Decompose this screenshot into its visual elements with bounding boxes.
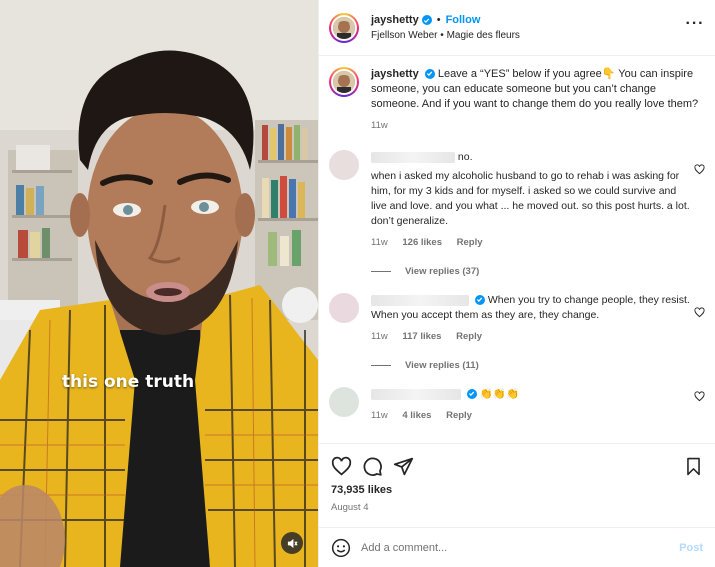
bookmark-icon[interactable] [684,457,703,476]
post-button[interactable]: Post [679,542,703,554]
username[interactable]: jayshetty [371,14,419,26]
comment-item: When you try to change people, they resi… [329,293,705,344]
video-caption: this one truth [61,372,195,392]
verified-badge-icon [421,15,432,25]
redacted-username [371,294,469,306]
avatar[interactable] [329,67,359,97]
reply-button[interactable]: Reply [457,237,483,248]
comment-text: no. [455,151,473,163]
verified-badge-icon [474,294,485,305]
post-date[interactable]: August 4 [331,502,703,513]
post-header: jayshetty • Follow Fjellson Weber • Magi… [319,0,715,56]
send-icon[interactable] [393,456,414,477]
comment-input[interactable] [361,541,680,554]
comments-list[interactable]: jayshetty Leave a “YES” below if you agr… [319,57,715,442]
post-actions: 73,935 likes August 4 [319,443,715,513]
verified-badge-icon [424,68,435,79]
comment-age[interactable]: 11w [371,331,388,342]
comment-item: no. when i asked my alcoholic husband to… [329,150,705,250]
emoji-icon[interactable] [331,538,351,558]
redacted-username [371,151,455,163]
follow-button[interactable]: Follow [446,14,481,26]
audio-track-link[interactable]: Fjellson Weber • Magie des fleurs [371,30,685,41]
comment-text: when i asked my alcoholic husband to go … [371,170,690,227]
reply-button[interactable]: Reply [446,410,472,421]
video-player[interactable]: this one truth [0,0,318,567]
caption-age[interactable]: 11w [371,118,705,133]
comment-likes[interactable]: 117 likes [402,331,441,342]
comment-age[interactable]: 11w [371,410,388,421]
comment-icon[interactable] [362,456,383,477]
mute-button[interactable] [281,532,303,554]
heart-icon[interactable] [331,456,352,477]
video-frame [0,0,318,567]
view-replies-label: View replies (11) [405,360,479,371]
comment-item: 👏👏👏 11w 4 likes Reply [329,387,705,423]
instagram-post-modal: this one truth jayshetty • Follow Fjells… [0,0,715,567]
redacted-username [371,388,461,400]
view-replies-button[interactable]: View replies (37) [371,266,705,277]
heart-icon[interactable] [694,307,705,318]
avatar[interactable] [329,293,359,323]
comment-age[interactable]: 11w [371,237,388,248]
separator: • [436,14,441,26]
comment-likes[interactable]: 126 likes [402,237,442,248]
view-replies-button[interactable]: View replies (11) [371,360,705,371]
verified-badge-icon [466,388,477,399]
avatar[interactable] [329,387,359,417]
avatar[interactable] [329,150,359,180]
heart-icon[interactable] [694,391,705,402]
post-side-panel: jayshetty • Follow Fjellson Weber • Magi… [318,0,715,567]
reply-button[interactable]: Reply [456,331,482,342]
speaker-muted-icon [287,538,298,548]
add-comment-bar: Post [319,527,715,567]
likes-count[interactable]: 73,935 likes [331,484,703,496]
caption-username[interactable]: jayshetty [371,68,419,80]
heart-icon[interactable] [694,164,705,175]
comment-text: 👏👏👏 [479,388,520,400]
comment-likes[interactable]: 4 likes [402,410,431,421]
post-caption: jayshetty Leave a “YES” below if you agr… [329,67,705,133]
view-replies-label: View replies (37) [405,266,480,277]
caption-text: Leave a “YES” below if you agree👇 You ca… [371,68,699,110]
avatar[interactable] [329,12,359,43]
more-horizontal-icon[interactable]: ··· [685,15,705,33]
